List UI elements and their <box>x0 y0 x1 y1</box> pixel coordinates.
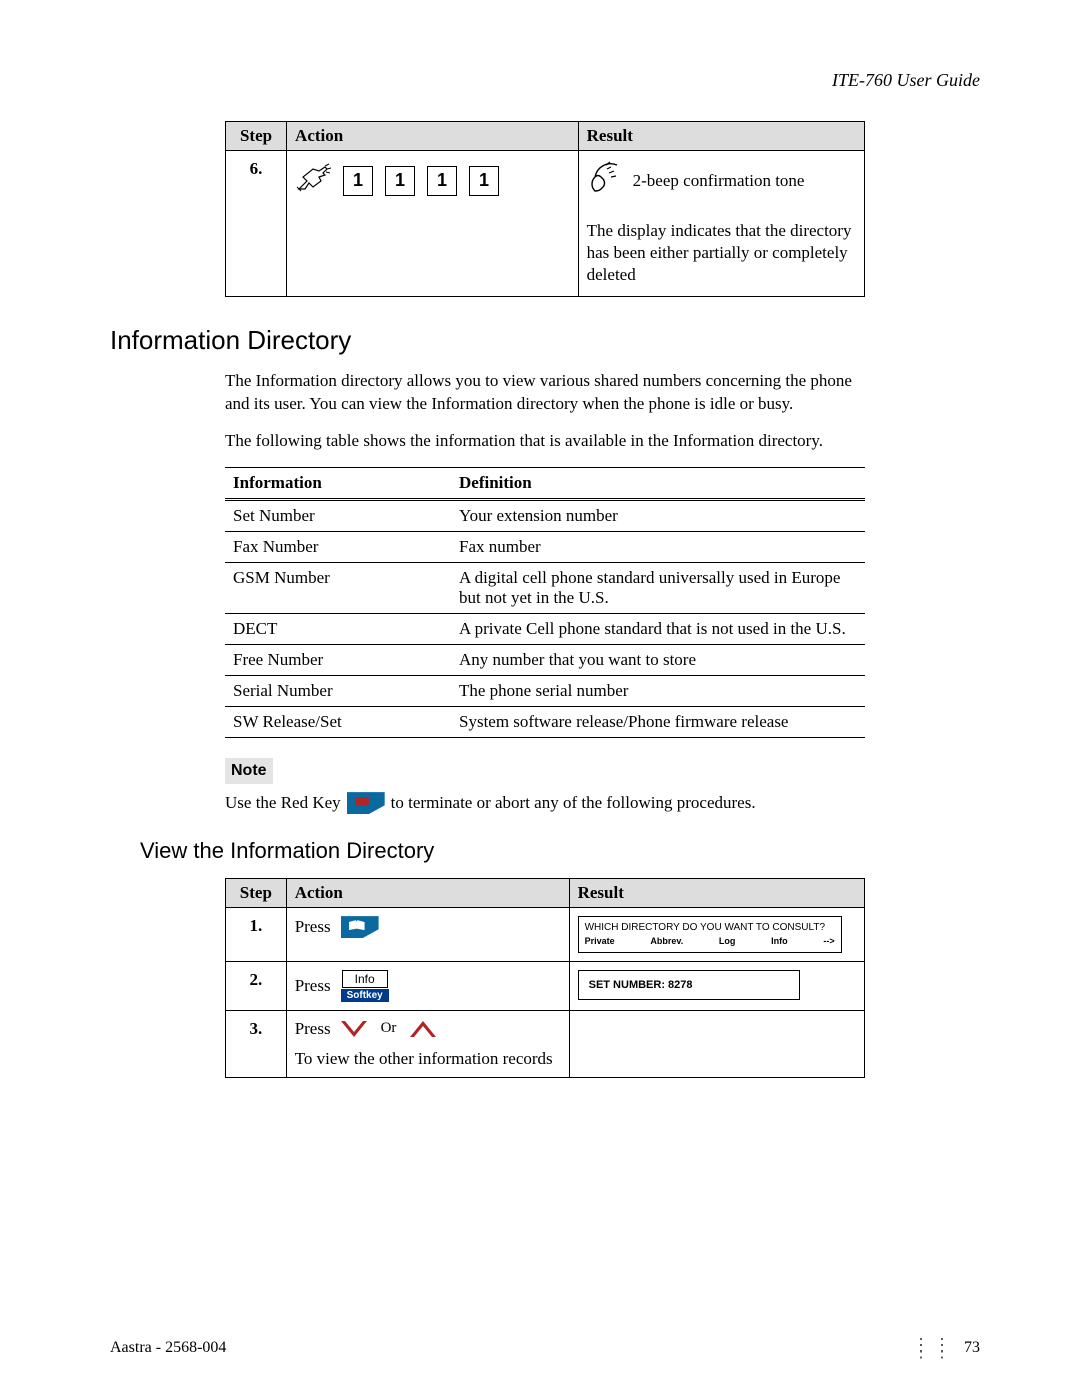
th-result: Result <box>578 122 864 151</box>
def-cell: System software release/Phone firmware r… <box>451 707 865 738</box>
th-action: Action <box>286 879 569 908</box>
note-label: Note <box>225 758 273 784</box>
digit-key: 1 <box>385 166 415 196</box>
subsection-heading-view-info-directory: View the Information Directory <box>140 838 980 864</box>
section-heading-information-directory: Information Directory <box>110 325 980 356</box>
digit-key: 1 <box>343 166 373 196</box>
press-label: Press <box>295 976 331 996</box>
press-label: Press <box>295 1019 331 1039</box>
step-action: Press Info Softkey <box>286 961 569 1010</box>
nav-up-icon <box>410 1021 436 1037</box>
lcd-menu-item: --> <box>823 935 834 948</box>
info-cell: DECT <box>225 614 451 645</box>
info-cell: Set Number <box>225 500 451 532</box>
th-step: Step <box>226 122 287 151</box>
info-cell: Fax Number <box>225 532 451 563</box>
doc-header-title: ITE-760 User Guide <box>110 70 980 91</box>
note-block: Note Use the Red Key to terminate or abo… <box>225 758 980 814</box>
or-text: Or <box>381 1020 397 1037</box>
th-step: Step <box>226 879 287 908</box>
lcd-menu-item: Log <box>719 935 736 948</box>
digit-key: 1 <box>427 166 457 196</box>
lcd-display: SET NUMBER: 8278 <box>578 970 800 1000</box>
def-cell: A digital cell phone standard universall… <box>451 563 865 614</box>
softkey-caption: Info <box>342 970 388 988</box>
def-cell: A private Cell phone standard that is no… <box>451 614 865 645</box>
lcd-menu-item: Info <box>771 935 788 948</box>
intro-paragraph-2: The following table shows the informatio… <box>225 430 865 453</box>
th-result: Result <box>569 879 864 908</box>
page-footer: Aastra - 2568-004 ⋮⋮⋮⋮ 73 <box>110 1339 980 1357</box>
step-number: 6. <box>226 151 287 297</box>
information-definition-table: Information Definition Set NumberYour ex… <box>225 467 865 738</box>
footer-doc-id: Aastra - 2568-004 <box>110 1339 226 1357</box>
info-cell: GSM Number <box>225 563 451 614</box>
intro-paragraph-1: The Information directory allows you to … <box>225 370 865 416</box>
step-action: Press Or To view the other information r… <box>286 1010 569 1077</box>
th-action: Action <box>287 122 579 151</box>
step-action: Press <box>286 908 569 962</box>
directory-key-icon <box>341 916 379 938</box>
display-indicates-text: The display indicates that the directory… <box>587 220 856 286</box>
digit-key: 1 <box>469 166 499 196</box>
info-softkey-icon: Info Softkey <box>341 970 389 1002</box>
def-cell: Fax number <box>451 532 865 563</box>
beep-confirmation-text: 2-beep confirmation tone <box>633 171 805 191</box>
def-cell: Your extension number <box>451 500 865 532</box>
lcd-menu-item: Abbrev. <box>650 935 683 948</box>
softkey-label: Softkey <box>341 989 389 1002</box>
step-number: 3. <box>226 1010 287 1077</box>
step-number: 2. <box>226 961 287 1010</box>
handset-speaker-icon <box>587 159 625 202</box>
info-cell: SW Release/Set <box>225 707 451 738</box>
def-cell: Any number that you want to store <box>451 645 865 676</box>
th-information: Information <box>225 468 451 500</box>
lcd-display: WHICH DIRECTORY DO YOU WANT TO CONSULT? … <box>578 916 842 953</box>
pointing-hand-icon <box>295 163 333 198</box>
page-number: 73 <box>964 1339 980 1357</box>
step-number: 1. <box>226 908 287 962</box>
step-table-top: Step Action Result 6. 1 1 1 <box>225 121 865 297</box>
step-action: 1 1 1 1 <box>287 151 579 297</box>
step-result-empty <box>569 1010 864 1077</box>
nav-down-icon <box>341 1021 367 1037</box>
lcd-line-1: WHICH DIRECTORY DO YOU WANT TO CONSULT? <box>585 921 835 935</box>
step-result: WHICH DIRECTORY DO YOU WANT TO CONSULT? … <box>569 908 864 962</box>
info-cell: Free Number <box>225 645 451 676</box>
view-directory-step-table: Step Action Result 1. Press WHICH DIRECT… <box>225 878 865 1078</box>
lcd-menu-item: Private <box>585 935 615 948</box>
def-cell: The phone serial number <box>451 676 865 707</box>
press-label: Press <box>295 917 331 937</box>
note-text-before: Use the Red Key <box>225 793 341 813</box>
step-sub-action: To view the other information records <box>295 1049 561 1069</box>
info-cell: Serial Number <box>225 676 451 707</box>
step-result: SET NUMBER: 8278 <box>569 961 864 1010</box>
th-definition: Definition <box>451 468 865 500</box>
footer-dots-icon: ⋮⋮⋮⋮ <box>912 1342 954 1354</box>
note-text-after: to terminate or abort any of the followi… <box>391 793 756 813</box>
step-result: 2-beep confirmation tone The display ind… <box>578 151 864 297</box>
red-key-icon <box>347 792 385 814</box>
